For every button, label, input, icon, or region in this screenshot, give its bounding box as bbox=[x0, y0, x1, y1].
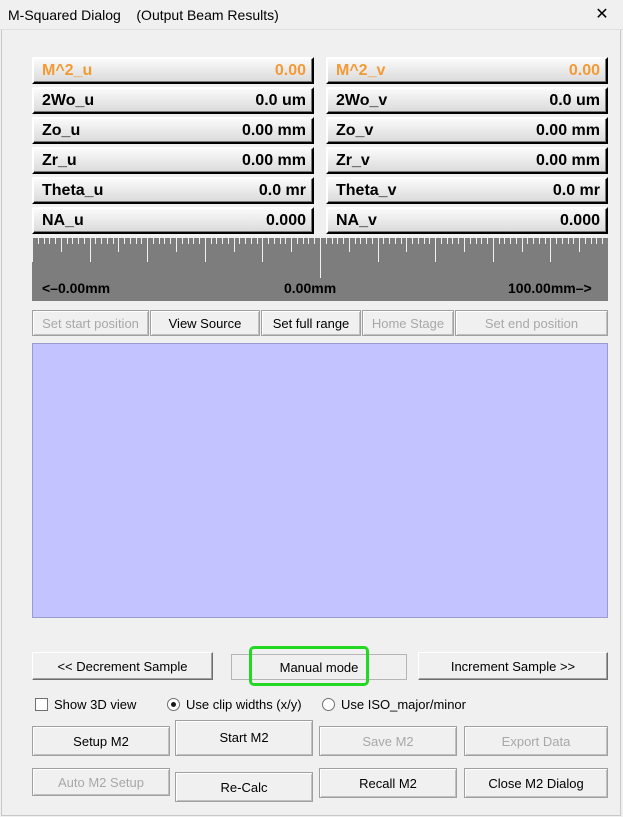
window-title: M-Squared Dialog (Output Beam Results) bbox=[8, 7, 279, 23]
result-zr-u: Zr_u 0.00 mm bbox=[32, 147, 314, 174]
result-na-u: NA_u 0.000 bbox=[32, 207, 314, 234]
result-value: 0.00 mm bbox=[241, 121, 306, 139]
show-3d-view-option[interactable]: Show 3D view bbox=[35, 695, 136, 713]
result-value: 0.0 um bbox=[549, 91, 600, 109]
set-full-range-button[interactable]: Set full range bbox=[261, 310, 361, 336]
result-label: Zr_u bbox=[42, 151, 77, 169]
start-m2-button[interactable]: Start M2 bbox=[175, 720, 313, 756]
result-label: Zr_v bbox=[336, 151, 370, 169]
result-label: 2Wo_u bbox=[42, 91, 95, 109]
result-2wo-u: 2Wo_u 0.0 um bbox=[32, 87, 314, 114]
result-theta-v: Theta_v 0.0 mr bbox=[326, 177, 608, 204]
auto-m2-setup-button[interactable]: Auto M2 Setup bbox=[32, 768, 170, 796]
result-label: NA_v bbox=[336, 211, 377, 229]
view-source-button[interactable]: View Source bbox=[150, 310, 260, 336]
close-m2-dialog-button[interactable]: Close M2 Dialog bbox=[464, 768, 608, 798]
close-icon[interactable]: ✕ bbox=[591, 6, 613, 24]
result-label: Zo_u bbox=[42, 121, 81, 139]
increment-sample-button[interactable]: Increment Sample >> bbox=[418, 652, 608, 680]
setup-m2-button[interactable]: Setup M2 bbox=[32, 726, 170, 756]
set-end-position-button[interactable]: Set end position bbox=[455, 310, 608, 336]
result-label: Theta_v bbox=[336, 181, 397, 199]
result-value: 0.00 mm bbox=[535, 151, 600, 169]
result-value: 0.0 mr bbox=[552, 181, 600, 199]
result-value: 0.00 bbox=[568, 61, 600, 79]
result-label: M^2_u bbox=[42, 61, 93, 79]
result-m2-u: M^2_u 0.00 bbox=[32, 57, 314, 84]
result-label: NA_u bbox=[42, 211, 84, 229]
result-value: 0.000 bbox=[265, 211, 306, 229]
result-na-v: NA_v 0.000 bbox=[326, 207, 608, 234]
result-2wo-v: 2Wo_v 0.0 um bbox=[326, 87, 608, 114]
ruler-end-label: 100.00mm–> bbox=[508, 280, 592, 296]
export-data-button[interactable]: Export Data bbox=[464, 726, 608, 756]
ruler-start-label: <–0.00mm bbox=[42, 280, 111, 296]
result-zo-v: Zo_v 0.00 mm bbox=[326, 117, 608, 144]
iso-radio[interactable] bbox=[322, 697, 335, 711]
recall-m2-button[interactable]: Recall M2 bbox=[319, 768, 457, 798]
title-bar: M-Squared Dialog (Output Beam Results) ✕ bbox=[0, 0, 623, 30]
result-value: 0.0 um bbox=[255, 91, 306, 109]
clip-widths-radio[interactable] bbox=[167, 697, 180, 711]
stage-position-ruler[interactable]: <–0.00mm 0.00mm 100.00mm–> bbox=[32, 238, 608, 301]
result-label: Zo_v bbox=[336, 121, 374, 139]
save-m2-button[interactable]: Save M2 bbox=[319, 726, 457, 756]
home-stage-button[interactable]: Home Stage bbox=[362, 310, 454, 336]
result-value: 0.000 bbox=[559, 211, 600, 229]
manual-mode-toggle[interactable]: Manual mode bbox=[231, 654, 407, 680]
result-value: 0.0 mr bbox=[258, 181, 306, 199]
result-label: Theta_u bbox=[42, 181, 104, 199]
set-start-position-button[interactable]: Set start position bbox=[32, 310, 149, 336]
manual-mode-label: Manual mode bbox=[279, 659, 359, 675]
result-label: 2Wo_v bbox=[336, 91, 388, 109]
result-theta-u: Theta_u 0.0 mr bbox=[32, 177, 314, 204]
clip-widths-option[interactable]: Use clip widths (x/y) bbox=[167, 695, 302, 713]
iso-option[interactable]: Use ISO_major/minor bbox=[322, 695, 466, 713]
iso-label: Use ISO_major/minor bbox=[341, 696, 466, 712]
result-zo-u: Zo_u 0.00 mm bbox=[32, 117, 314, 144]
decrement-sample-button[interactable]: << Decrement Sample bbox=[32, 652, 213, 680]
clip-widths-label: Use clip widths (x/y) bbox=[186, 696, 302, 712]
result-label: M^2_v bbox=[336, 61, 386, 79]
result-value: 0.00 mm bbox=[535, 121, 600, 139]
show-3d-view-label: Show 3D view bbox=[54, 696, 137, 712]
result-zr-v: Zr_v 0.00 mm bbox=[326, 147, 608, 174]
ruler-center-label: 0.00mm bbox=[284, 280, 337, 296]
result-value: 0.00 bbox=[274, 61, 306, 79]
show-3d-view-checkbox[interactable] bbox=[35, 697, 48, 711]
re-calc-button[interactable]: Re-Calc bbox=[175, 772, 313, 802]
result-m2-v: M^2_v 0.00 bbox=[326, 57, 608, 84]
beam-plot-area bbox=[32, 343, 608, 618]
result-value: 0.00 mm bbox=[241, 151, 306, 169]
